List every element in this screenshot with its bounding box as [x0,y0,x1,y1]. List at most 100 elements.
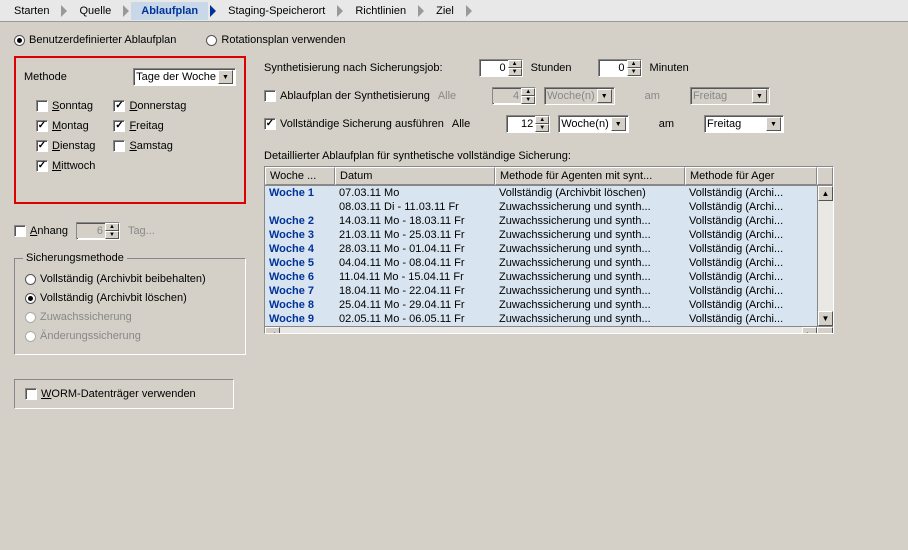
th-method2[interactable]: Methode für Ager [685,167,817,185]
backup-method-group: Sicherungsmethode Vollständig (Archivbit… [14,258,246,355]
day-dienstag[interactable]: Dienstag [36,140,95,152]
day1-select[interactable]: Freitag ▼ [690,87,770,105]
day-donnerstag[interactable]: Donnerstag [113,100,186,112]
horizontal-scrollbar[interactable]: ◄ ► [265,326,833,334]
full-backup-checkbox[interactable]: Vollständige Sicherung ausführen [264,118,444,130]
chevron-right-icon [337,5,343,17]
day-mittwoch[interactable]: Mittwoch [36,160,95,172]
cell-method1: Zuwachssicherung und synth... [495,229,685,241]
cell-date: 07.03.11 Mo [335,187,495,199]
chevron-down-icon: ▼ [597,89,612,103]
weeks1-unit-select[interactable]: Woche(n) ▼ [544,87,614,105]
cell-method1: Zuwachssicherung und synth... [495,243,685,255]
spin-down-icon[interactable]: ▼ [508,68,522,76]
cell-week: Woche 3 [265,229,335,241]
anhang-label: Anhang [30,225,68,237]
th-week[interactable]: Woche ... [265,167,335,185]
scroll-down-icon[interactable]: ▼ [818,311,833,326]
cell-method1: Zuwachssicherung und synth... [495,285,685,297]
spin-up-icon[interactable]: ▲ [508,60,522,68]
vertical-scrollbar[interactable]: ▲ ▼ [817,186,833,326]
weeks2-spinner[interactable]: ▲▼ [506,115,550,133]
table-row[interactable]: 08.03.11 Di - 11.03.11 FrZuwachssicherun… [265,200,817,214]
method-select[interactable]: Tage der Woche ▼ [133,68,236,86]
radio-custom-schedule[interactable]: Benutzerdefinierter Ablaufplan [14,34,176,46]
backup-method-title: Sicherungsmethode [23,252,127,264]
minutes-value[interactable] [599,61,627,75]
day-montag[interactable]: Montag [36,120,95,132]
th-method1[interactable]: Methode für Agenten mit synt... [495,167,685,185]
cell-date: 18.04.11 Mo - 22.04.11 Fr [335,285,495,297]
cell-method1: Zuwachssicherung und synth... [495,257,685,269]
spin-up-icon[interactable]: ▲ [521,88,535,96]
scroll-right-icon[interactable]: ► [802,327,817,334]
spin-down-icon[interactable]: ▼ [105,231,119,239]
table-row[interactable]: Woche 611.04.11 Mo - 15.04.11 FrZuwachss… [265,270,817,284]
table-row[interactable]: Woche 718.04.11 Mo - 22.04.11 FrZuwachss… [265,284,817,298]
scroll-left-icon[interactable]: ◄ [265,327,280,334]
breadcrumb-item-ziel[interactable]: Ziel [426,2,464,20]
breadcrumb-item-staging-speicherort[interactable]: Staging-Speicherort [218,2,335,20]
cell-method2: Vollständig (Archi... [685,243,817,255]
breadcrumb-item-richtlinien[interactable]: Richtlinien [345,2,416,20]
day-sonntag[interactable]: Sonntag [36,100,95,112]
th-date[interactable]: Datum [335,167,495,185]
breadcrumb-item-quelle[interactable]: Quelle [69,2,121,20]
weeks1-unit-value: Woche(n) [547,90,594,102]
table-row[interactable]: Woche 321.03.11 Mo - 25.03.11 FrZuwachss… [265,228,817,242]
table-row[interactable]: Woche 214.03.11 Mo - 18.03.11 FrZuwachss… [265,214,817,228]
day-freitag[interactable]: Freitag [113,120,186,132]
cell-method2: Vollständig (Archi... [685,187,817,199]
spin-up-icon[interactable]: ▲ [627,60,641,68]
checkbox-icon [36,100,48,112]
spin-down-icon[interactable]: ▼ [535,124,549,132]
scroll-track[interactable] [280,327,802,334]
day-label: Montag [52,120,89,132]
breadcrumb-item-starten[interactable]: Starten [4,2,59,20]
spin-down-icon[interactable]: ▼ [521,96,535,104]
spin-up-icon[interactable]: ▲ [105,223,119,231]
weeks2-value[interactable] [507,117,535,131]
radio-rotation-schedule[interactable]: Rotationsplan verwenden [206,34,345,46]
cell-method2: Vollständig (Archi... [685,285,817,297]
radio-dot-icon [25,331,36,342]
table-row[interactable]: Woche 825.04.11 Mo - 29.04.11 FrZuwachss… [265,298,817,312]
backup-method-option[interactable]: Vollständig (Archivbit beibehalten) [25,273,235,285]
scroll-up-icon[interactable]: ▲ [818,186,833,201]
weeks1-spinner[interactable]: ▲▼ [492,87,536,105]
breadcrumb-item-ablaufplan[interactable]: Ablaufplan [131,2,208,20]
day2-value: Freitag [707,118,764,130]
cell-method1: Zuwachssicherung und synth... [495,271,685,283]
minutes-spinner[interactable]: ▲▼ [598,59,642,77]
full-backup-label: Vollständige Sicherung ausführen [280,118,444,130]
table-row[interactable]: Woche 107.03.11 MoVollständig (Archivbit… [265,186,817,200]
cell-week: Woche 7 [265,285,335,297]
anhang-checkbox[interactable]: Anhang [14,225,68,237]
worm-checkbox[interactable]: WORM-Datenträger verwenden [25,388,223,400]
cell-date: 25.04.11 Mo - 29.04.11 Fr [335,299,495,311]
weeks1-value[interactable] [493,89,521,103]
cell-date: 02.05.11 Mo - 06.05.11 Fr [335,313,495,325]
synth-schedule-checkbox[interactable]: Ablaufplan der Synthetisierung [264,90,430,102]
spin-up-icon[interactable]: ▲ [535,116,549,124]
table-row[interactable]: Woche 902.05.11 Mo - 06.05.11 FrZuwachss… [265,312,817,326]
anhang-value[interactable] [77,224,105,238]
weeks2-unit-select[interactable]: Woche(n) ▼ [558,115,628,133]
anhang-spinner[interactable]: ▲▼ [76,222,120,240]
hours-value[interactable] [480,61,508,75]
chevron-right-icon [466,5,472,17]
day-label: Donnerstag [129,100,186,112]
backup-method-label: Zuwachssicherung [40,311,132,323]
hours-spinner[interactable]: ▲▼ [479,59,523,77]
backup-method-option[interactable]: Vollständig (Archivbit löschen) [25,292,235,304]
cell-method1: Zuwachssicherung und synth... [495,215,685,227]
day-samstag[interactable]: Samstag [113,140,186,152]
day2-select[interactable]: Freitag ▼ [704,115,784,133]
table-row[interactable]: Woche 428.03.11 Mo - 01.04.11 FrZuwachss… [265,242,817,256]
table-row[interactable]: Woche 504.04.11 Mo - 08.04.11 FrZuwachss… [265,256,817,270]
radio-dot-icon [25,274,36,285]
checkbox-icon [14,225,26,237]
scroll-track[interactable] [818,201,833,311]
spin-down-icon[interactable]: ▼ [627,68,641,76]
method-highlight-box: Methode Tage der Woche ▼ SonntagMontagDi… [14,56,246,204]
